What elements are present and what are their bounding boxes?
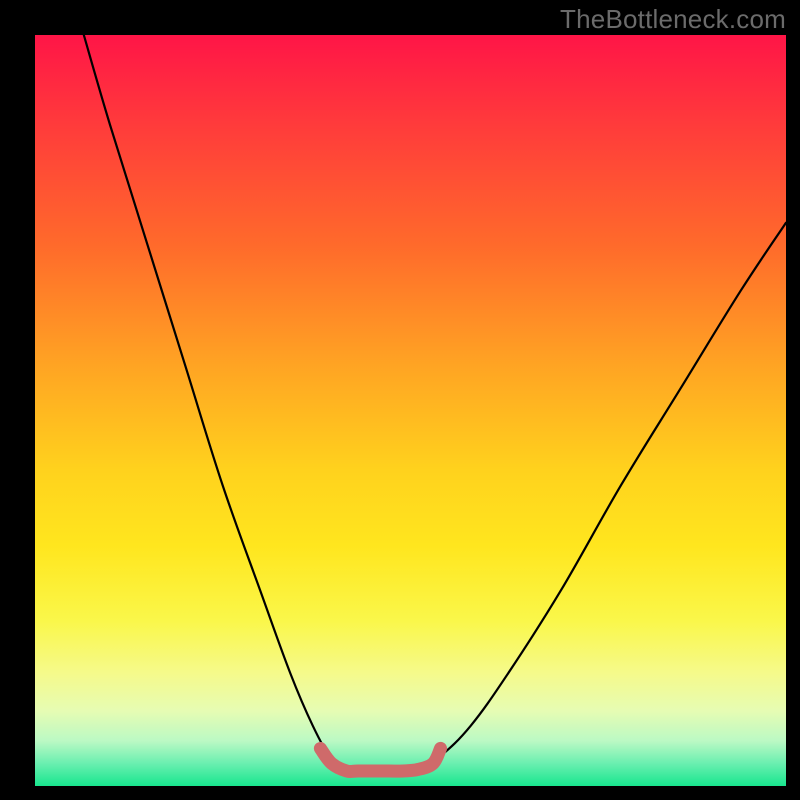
right-curve [403,223,786,771]
bottom-highlight [320,748,440,771]
curves-svg [35,35,786,786]
plot-area [35,35,786,786]
left-curve [84,35,358,772]
chart-frame: TheBottleneck.com [0,0,800,800]
watermark-text: TheBottleneck.com [560,4,786,35]
